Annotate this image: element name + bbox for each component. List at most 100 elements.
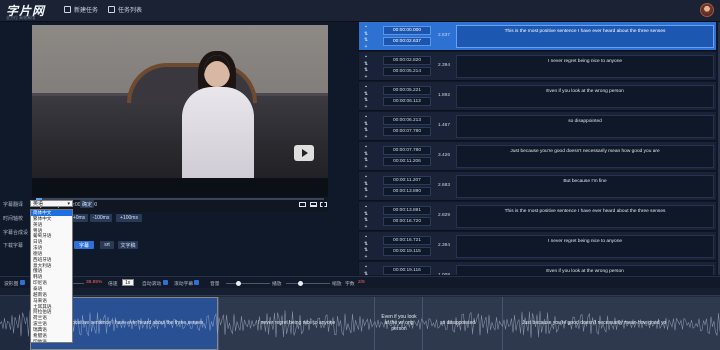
waveform-text-4: Just because you're good doesn't necessa… (522, 320, 667, 326)
end-time-field[interactable]: 00:00:05.214 (383, 67, 431, 76)
segment-actions: ▪⇅⇅+ (362, 234, 370, 260)
add-icon[interactable]: + (362, 164, 370, 171)
segment-duration: 2.394 (437, 243, 450, 248)
segment-text-field[interactable]: so disappointed (456, 115, 714, 138)
task-list-label: 任务列表 (118, 8, 143, 14)
segment-duration: 3.426 (437, 153, 450, 158)
segment-duration: 2.637 (437, 33, 450, 38)
waveform-checkbox[interactable] (20, 280, 25, 285)
segment-text-field[interactable]: Just because you're good doesn't necessa… (456, 145, 714, 168)
segment-duration: 1.892 (437, 93, 450, 98)
start-time-field[interactable]: 00:00:02.820 (383, 56, 431, 65)
segment-duration: 2.394 (437, 63, 450, 68)
offset-chip-2[interactable]: +100ms (116, 214, 142, 222)
segment-actions: ▪⇅⇅+ (362, 174, 370, 200)
end-time-field[interactable]: 00:00:16.720 (383, 217, 431, 226)
add-icon[interactable]: + (362, 104, 370, 111)
segment-text-field[interactable]: But because I'm fine (456, 175, 714, 198)
segment-row[interactable]: ▪ ⇅ ⇅ + 00:00:13.891 00:00:16.720 2.829 This is… (359, 202, 716, 231)
merge-icon[interactable]: ⇅ (362, 271, 370, 276)
speed-slider[interactable] (286, 281, 330, 286)
add-icon[interactable]: + (362, 44, 370, 51)
start-time-field[interactable]: 00:00:19.116 (383, 266, 431, 275)
start-time-field[interactable]: 00:00:13.891 (383, 206, 431, 215)
segment-text-field[interactable]: I never regret being nice to anyone (456, 55, 714, 78)
segment-row[interactable]: ▪ ⇅ ⇅ + 00:00:06.213 00:00:07.780 1.467 so disa… (359, 112, 716, 141)
top-bar: 字片网 全方位 高效易用 新建任务 任务列表 (0, 0, 720, 22)
start-time-field[interactable]: 00:00:00.000 (383, 26, 431, 35)
end-time-field[interactable]: 00:00:07.780 (383, 127, 431, 136)
logo-subtitle: 全方位 高效易用 (6, 15, 36, 20)
language-dropdown[interactable]: 简体中文 繁体中文 英语 粤语 葡萄牙语 日语 法语 德语 西班牙语 意大利语 俄语 韩语 印尼语 泰语越… (30, 209, 73, 343)
font-settings-label: 字幕合成设 (3, 230, 29, 236)
segment-actions: ▪⇅⇅+ (362, 114, 370, 140)
segment-text-field[interactable]: Even if you look at the wrong person (456, 265, 714, 275)
segment-row[interactable]: ▪ ⇅ ⇅ + 00:00:07.780 00:00:11.206 3.426 Just be… (359, 142, 716, 171)
end-time-field[interactable]: 00:00:13.890 (383, 187, 431, 196)
segment-row[interactable]: ▪⇅⇅+ 00:00:19.116 1.008Even if you look at… (359, 262, 716, 275)
language-option[interactable]: 印地语 (31, 339, 72, 342)
subtitle-translate-label: 字幕翻译 (3, 202, 24, 208)
end-time-field[interactable]: 00:00:06.113 (383, 97, 431, 106)
end-time-field[interactable]: 00:00:02.637 (383, 37, 431, 46)
segment-actions: ▪⇅⇅+ (362, 54, 370, 80)
offset-chip-1[interactable]: -100ms (90, 214, 112, 222)
timeline-adjust-label: 时间轴校 (3, 216, 24, 222)
start-time-field[interactable]: 00:00:06.213 (383, 116, 431, 125)
segment-text-field[interactable]: Even if you look at the wrong person (456, 85, 714, 108)
waveform-timeline[interactable]: most positive sentence I have ever heard… (0, 288, 720, 350)
speed-select[interactable]: 1x (122, 279, 134, 286)
pip-icon[interactable] (310, 202, 317, 207)
start-time-field[interactable]: 00:00:11.207 (383, 176, 431, 185)
new-task-button[interactable]: 新建任务 (64, 5, 98, 14)
start-time-field[interactable]: 00:00:16.721 (383, 236, 431, 245)
timeline-toolbar: 波形图 筛选 38.85% 倍速 1x 自动滚动 滚动字幕 音量 播放 缩放 字… (0, 276, 720, 288)
timeline-ruler (0, 288, 720, 296)
video-frame (32, 25, 328, 178)
download-subtitle-label: 下载字幕 (3, 243, 24, 249)
auto-scroll-label: 自动滚动 (142, 282, 162, 287)
scroll-checkbox[interactable] (194, 280, 199, 285)
end-time-field[interactable]: 00:00:11.206 (383, 157, 431, 166)
percent-value: 38.85% (86, 280, 103, 285)
segment-row[interactable]: ▪ ⇅ ⇅ + 00:00:16.721 00:00:19.115 2.394 I never… (359, 232, 716, 261)
avatar[interactable] (700, 3, 714, 17)
add-icon[interactable]: + (362, 74, 370, 81)
count-value: 2/8 (358, 280, 365, 285)
segment-actions: ▪⇅⇅+ (362, 264, 370, 275)
subtitle-icon[interactable] (299, 202, 306, 207)
segment-row[interactable]: ▪ ⇅ ⇅ + 00:00:11.207 00:00:13.890 2.683 But bec… (359, 172, 716, 201)
subtitle-segment-list: ▪ ⇅ ⇅ + 00:00:00.000 00:00:02.637 2.637 This is… (359, 22, 720, 275)
add-icon[interactable]: + (362, 134, 370, 141)
segment-actions: ▪⇅⇅+ (362, 204, 370, 230)
add-icon[interactable]: + (362, 194, 370, 201)
big-play-icon[interactable] (294, 145, 314, 161)
fullscreen-icon[interactable] (320, 202, 327, 207)
translate-confirm-button[interactable]: 确定 (80, 200, 94, 208)
translate-language-select[interactable]: 英语 ▾ (30, 200, 73, 207)
download-srt-button[interactable]: srt (100, 241, 114, 249)
download-transcript-button[interactable]: 文字稿 (118, 241, 138, 249)
add-icon[interactable]: + (362, 224, 370, 231)
task-list-button[interactable]: 任务列表 (108, 5, 142, 14)
add-icon[interactable]: + (362, 254, 370, 261)
auto-scroll-checkbox[interactable] (163, 280, 168, 285)
logo[interactable]: 字片网 全方位 高效易用 (6, 2, 45, 20)
chevron-down-icon: ▾ (67, 200, 70, 207)
segment-actions: ▪⇅⇅+ (362, 24, 370, 50)
start-time-field[interactable]: 00:00:07.780 (383, 146, 431, 155)
waveform-text-2: Even if you look at the wr ong person (381, 314, 417, 332)
segment-row[interactable]: ▪ ⇅ ⇅ + 00:00:02.820 00:00:05.214 2.394 I never… (359, 52, 716, 81)
start-time-field[interactable]: 00:00:05.221 (383, 86, 431, 95)
waveform-label: 波形图 (4, 282, 19, 287)
segment-row[interactable]: ▪ ⇅ ⇅ + 00:00:05.221 00:00:06.113 1.892 Even if… (359, 82, 716, 111)
download-subtitle-button[interactable]: 字幕 (74, 241, 94, 249)
segment-row[interactable]: ▪ ⇅ ⇅ + 00:00:00.000 00:00:02.637 2.637 This is… (359, 22, 716, 51)
duration-label: 字数 (345, 282, 355, 287)
end-time-field[interactable]: 00:00:19.115 (383, 247, 431, 256)
segment-text-field[interactable]: I never regret being nice to anyone (456, 235, 714, 258)
segment-text-field[interactable]: This is the most positive sentence I hav… (456, 25, 714, 48)
video-player[interactable]: 00:00 / 05:00 (32, 25, 328, 212)
volume-slider[interactable] (226, 281, 270, 286)
segment-text-field[interactable]: This is the most positive sentence I hav… (456, 205, 714, 228)
